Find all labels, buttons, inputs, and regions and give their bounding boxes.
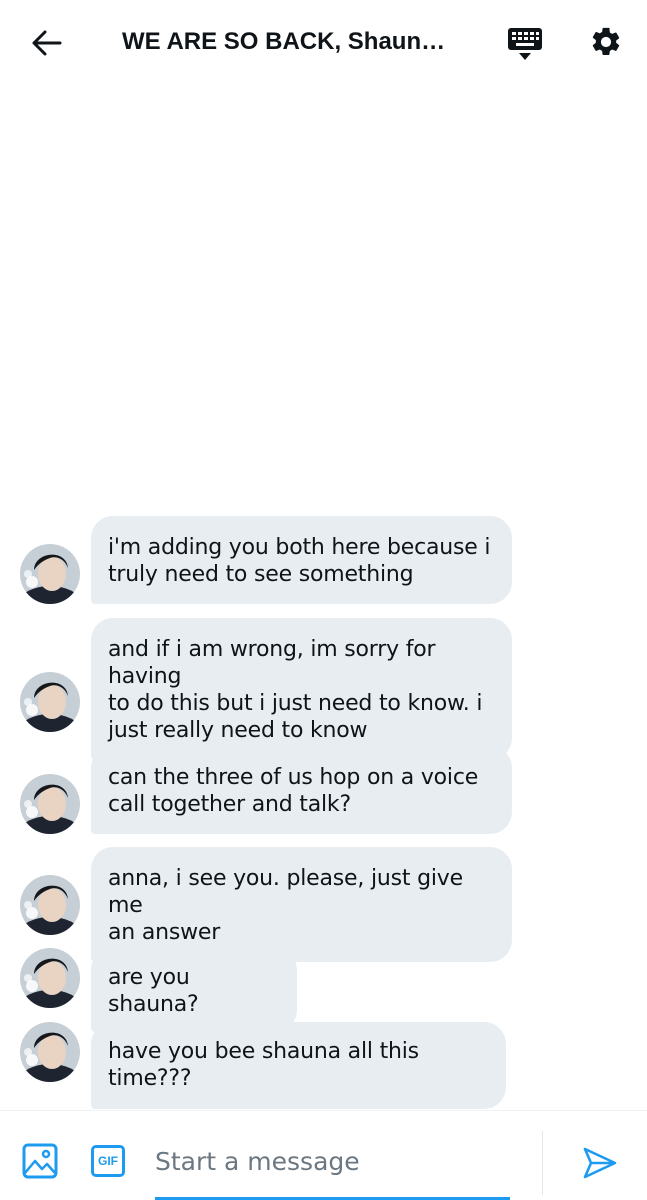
message-line: can the three of us hop on a voice: [108, 765, 479, 790]
message-bubble[interactable]: can the three of us hop on a voice call …: [91, 746, 512, 834]
avatar[interactable]: [20, 774, 80, 834]
conversation-title: WE ARE SO BACK, Shaun…: [122, 28, 446, 55]
add-photo-button[interactable]: [20, 1141, 60, 1181]
message-composer: GIF: [0, 1110, 647, 1200]
message-line: call together and talk?: [108, 792, 351, 817]
send-icon: [583, 1147, 617, 1179]
message-bubble[interactable]: are you shauna?: [91, 948, 297, 1032]
message-line: are you shauna?: [108, 965, 199, 1017]
avatar[interactable]: [20, 544, 80, 604]
send-button[interactable]: [578, 1141, 622, 1185]
avatar[interactable]: [20, 1022, 80, 1082]
message-input[interactable]: [155, 1139, 510, 1183]
keyboard-icon: [508, 28, 542, 60]
message-line: i'm adding you both here because i: [108, 535, 491, 560]
message-line: have you bee shauna all this time???: [108, 1039, 419, 1091]
back-button[interactable]: [26, 22, 68, 64]
message-line: an answer: [108, 920, 221, 945]
avatar[interactable]: [20, 948, 80, 1008]
gif-label: GIF: [91, 1145, 125, 1177]
message-line: anna, i see you. please, just give me: [108, 866, 463, 918]
avatar[interactable]: [20, 875, 80, 935]
message-line: just really need to know: [108, 718, 368, 743]
arrow-left-icon: [32, 30, 62, 56]
message-line: and if i am wrong, im sorry for having: [108, 637, 436, 689]
message-bubble[interactable]: and if i am wrong, im sorry for having t…: [91, 618, 512, 760]
divider: [542, 1131, 543, 1195]
header: WE ARE SO BACK, Shaun…: [0, 0, 647, 84]
message-bubble[interactable]: have you bee shauna all this time???: [91, 1022, 506, 1109]
image-icon: [22, 1143, 58, 1179]
message-line: to do this but i just need to know. i: [108, 691, 483, 716]
settings-button[interactable]: [584, 20, 628, 64]
gif-button[interactable]: GIF: [88, 1141, 128, 1181]
message-bubble[interactable]: anna, i see you. please, just give me an…: [91, 847, 512, 962]
avatar[interactable]: [20, 672, 80, 732]
dm-conversation-screen: WE ARE SO BACK, Shaun… i'm adding you bo…: [0, 0, 647, 1200]
message-bubble[interactable]: i'm adding you both here because i truly…: [91, 516, 512, 604]
keyboard-button[interactable]: [503, 22, 547, 66]
gear-icon: [592, 27, 620, 56]
message-line: truly need to see something: [108, 562, 414, 587]
